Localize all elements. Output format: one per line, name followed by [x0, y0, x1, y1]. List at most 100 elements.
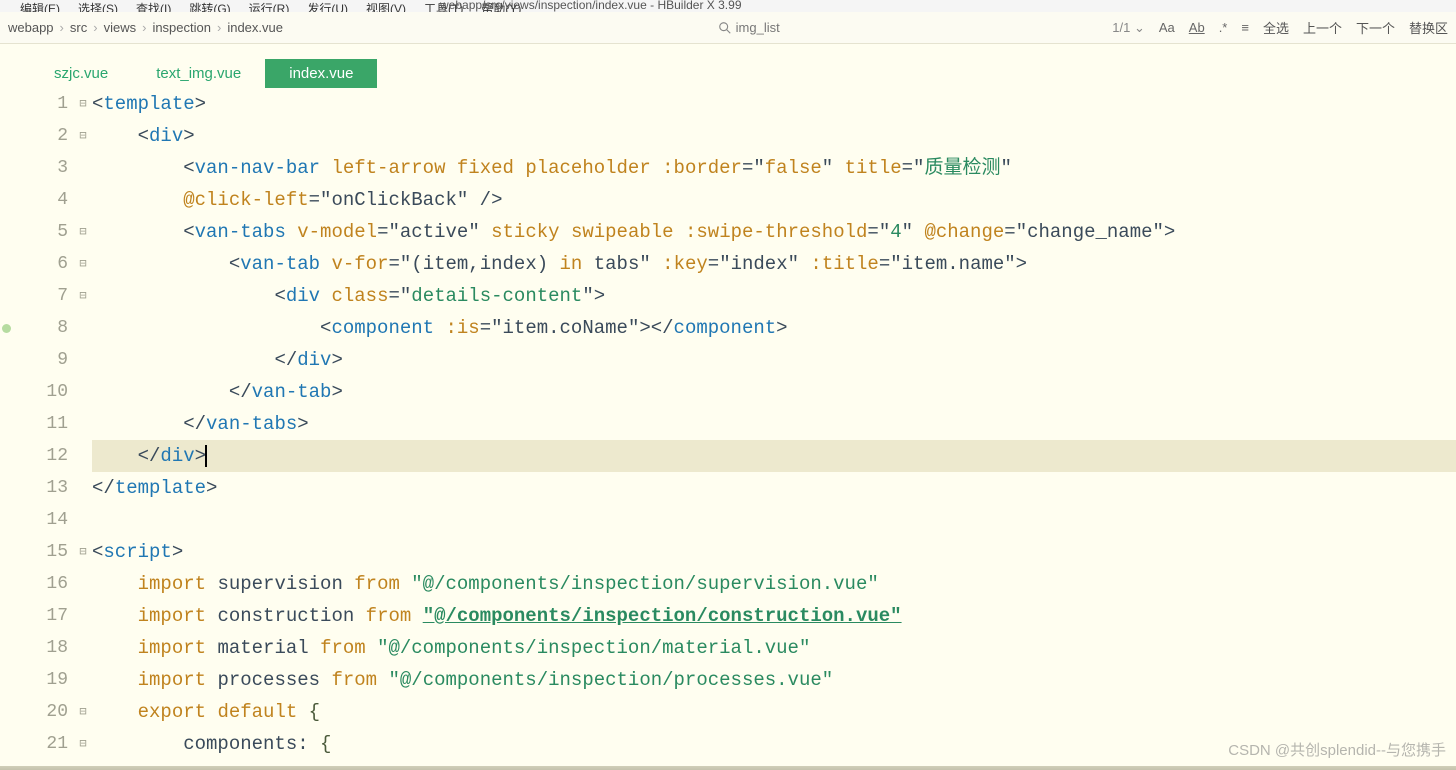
code-line[interactable]: <van-nav-bar left-arrow fixed placeholde…	[92, 152, 1456, 184]
line-number: 2	[14, 120, 68, 152]
path-bar: webapp › src › views › inspection › index.vue im…	[0, 12, 1456, 44]
code-line[interactable]: <van-tabs v-model="active" sticky swipea…	[92, 216, 1456, 248]
code-line[interactable]: <div>	[92, 120, 1456, 152]
code-line[interactable]: <component :is="item.coName"></component…	[92, 312, 1456, 344]
line-number: 19	[14, 664, 68, 696]
fold-gutter[interactable]: ⊟⊟⊟⊟⊟⊟⊟⊟	[74, 88, 92, 766]
line-number: 5	[14, 216, 68, 248]
search-area[interactable]: img_list	[718, 20, 1113, 35]
line-number: 12	[14, 440, 68, 472]
breadcrumb-item[interactable]: src	[70, 20, 87, 35]
fold-toggle	[74, 376, 92, 408]
breadcrumb-item[interactable]: index.vue	[227, 20, 283, 35]
line-number: 15	[14, 536, 68, 568]
fold-toggle[interactable]: ⊟	[74, 88, 92, 120]
menu-bar[interactable]: webapp/src/views/inspection/index.vue - …	[0, 0, 1456, 12]
search-icon	[718, 21, 732, 35]
code-area[interactable]: <template> <div> <van-nav-bar left-arrow…	[92, 88, 1456, 766]
fold-toggle[interactable]: ⊟	[74, 696, 92, 728]
line-number: 7	[14, 280, 68, 312]
code-line[interactable]	[92, 504, 1456, 536]
code-line[interactable]: <script>	[92, 536, 1456, 568]
prev-match-button[interactable]: 上一个	[1303, 18, 1342, 37]
fold-toggle[interactable]: ⊟	[74, 248, 92, 280]
select-all-button[interactable]: 全选	[1263, 18, 1289, 37]
fold-toggle	[74, 472, 92, 504]
chevron-right-icon: ›	[60, 20, 64, 35]
line-number: 16	[14, 568, 68, 600]
line-number: 4	[14, 184, 68, 216]
code-editor[interactable]: 123456789101112131415161718192021 ⊟⊟⊟⊟⊟⊟…	[0, 88, 1456, 766]
line-number: 11	[14, 408, 68, 440]
fold-toggle	[74, 152, 92, 184]
code-line[interactable]: </div>	[92, 440, 1456, 472]
code-line[interactable]: export default {	[92, 696, 1456, 728]
line-number: 1	[14, 88, 68, 120]
search-toolbar: 1/1 ⌄ Aa Ab .* ≡ 全选 上一个 下一个 替换区	[1112, 18, 1448, 37]
code-line[interactable]: components: {	[92, 728, 1456, 760]
line-number: 21	[14, 728, 68, 760]
fold-toggle	[74, 504, 92, 536]
fold-toggle[interactable]: ⊟	[74, 280, 92, 312]
editor-tab[interactable]: text_img.vue	[132, 59, 265, 88]
breadcrumb-item[interactable]: views	[104, 20, 137, 35]
menu-item[interactable]: 视图(V)	[366, 2, 406, 12]
gutter-marker[interactable]	[2, 324, 11, 333]
chevron-right-icon: ›	[93, 20, 97, 35]
fold-toggle	[74, 664, 92, 696]
list-icon[interactable]: ≡	[1241, 20, 1249, 35]
fold-toggle	[74, 568, 92, 600]
case-icon[interactable]: Aa	[1159, 20, 1175, 35]
breadcrumb-item[interactable]: webapp	[8, 20, 54, 35]
menu-item[interactable]: 选择(S)	[78, 2, 118, 12]
fold-toggle[interactable]: ⊟	[74, 728, 92, 760]
line-number: 20	[14, 696, 68, 728]
editor-tab[interactable]: index.vue	[265, 59, 377, 88]
fold-toggle[interactable]: ⊟	[74, 216, 92, 248]
fold-toggle	[74, 184, 92, 216]
line-number: 14	[14, 504, 68, 536]
code-line[interactable]: </van-tab>	[92, 376, 1456, 408]
search-text[interactable]: img_list	[736, 20, 780, 35]
menu-item[interactable]: 运行(R)	[249, 2, 290, 12]
fold-toggle	[74, 440, 92, 472]
code-line[interactable]: import construction from "@/components/i…	[92, 600, 1456, 632]
breadcrumbs[interactable]: webapp › src › views › inspection › index.vue	[8, 20, 678, 35]
next-match-button[interactable]: 下一个	[1356, 18, 1395, 37]
line-number: 3	[14, 152, 68, 184]
code-line[interactable]: <div class="details-content">	[92, 280, 1456, 312]
word-icon[interactable]: Ab	[1189, 20, 1205, 35]
code-line[interactable]: @click-left="onClickBack" />	[92, 184, 1456, 216]
code-line[interactable]: </van-tabs>	[92, 408, 1456, 440]
fold-toggle	[74, 600, 92, 632]
menu-item[interactable]: 查找(I)	[136, 2, 171, 12]
line-number: 8	[14, 312, 68, 344]
chevron-right-icon: ›	[217, 20, 221, 35]
code-line[interactable]: import material from "@/components/inspe…	[92, 632, 1456, 664]
code-line[interactable]: import processes from "@/components/insp…	[92, 664, 1456, 696]
breadcrumb-item[interactable]: inspection	[152, 20, 211, 35]
code-line[interactable]: <van-tab v-for="(item,index) in tabs" :k…	[92, 248, 1456, 280]
bottom-scrollbar[interactable]	[0, 766, 1456, 770]
fold-toggle	[74, 632, 92, 664]
regex-icon[interactable]: .*	[1219, 20, 1228, 35]
breakpoint-gutter[interactable]	[0, 88, 14, 766]
code-line[interactable]: </div>	[92, 344, 1456, 376]
line-number-gutter: 123456789101112131415161718192021	[14, 88, 74, 766]
fold-toggle	[74, 344, 92, 376]
code-line[interactable]: import supervision from "@/components/in…	[92, 568, 1456, 600]
chevron-right-icon: ›	[142, 20, 146, 35]
line-number: 13	[14, 472, 68, 504]
code-line[interactable]: </template>	[92, 472, 1456, 504]
fold-toggle[interactable]: ⊟	[74, 536, 92, 568]
editor-tab[interactable]: szjc.vue	[30, 59, 132, 88]
replace-button[interactable]: 替换区	[1409, 18, 1448, 37]
line-number: 10	[14, 376, 68, 408]
fold-toggle[interactable]: ⊟	[74, 120, 92, 152]
line-number: 6	[14, 248, 68, 280]
menu-item[interactable]: 发行(U)	[307, 2, 348, 12]
code-line[interactable]: <template>	[92, 88, 1456, 120]
menu-item[interactable]: 编辑(E)	[20, 2, 60, 12]
line-number: 9	[14, 344, 68, 376]
menu-item[interactable]: 跳转(G)	[189, 2, 230, 12]
